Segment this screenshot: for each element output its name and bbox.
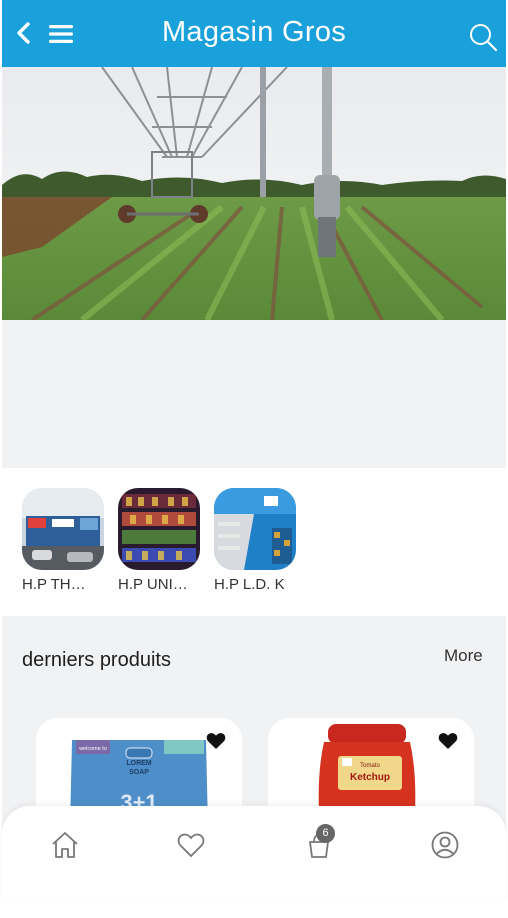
svg-text:Ketchup: Ketchup (350, 772, 390, 783)
store-item[interactable]: H.P L.D. K (214, 488, 296, 593)
banner-image[interactable] (2, 67, 506, 320)
home-icon[interactable] (50, 830, 80, 860)
search-icon[interactable] (468, 22, 498, 52)
cart-count-badge: 6 (316, 824, 335, 843)
cart-button[interactable]: 6 (304, 824, 335, 860)
store-image (118, 488, 200, 570)
banner-placeholder (2, 320, 506, 468)
bottom-navigation: 6 (2, 806, 506, 900)
store-label: H.P TH… (22, 576, 86, 593)
store-label: H.P L.D. K (214, 576, 285, 593)
app-header: Magasin Gros (2, 0, 506, 67)
more-link[interactable]: More (444, 646, 483, 666)
page-title: Magasin Gros (161, 16, 347, 48)
store-image (214, 488, 296, 570)
svg-text:Tomato: Tomato (360, 763, 380, 769)
store-label: H.P UNI… (118, 576, 188, 593)
stores-row: H.P TH… H.P UNI… H.P L.D. K (2, 468, 506, 616)
store-image (22, 488, 104, 570)
store-item[interactable]: H.P UNI… (118, 488, 200, 593)
svg-text:welcome to: welcome to (78, 746, 107, 752)
account-icon[interactable] (430, 830, 460, 860)
svg-text:LOREM: LOREM (126, 760, 151, 767)
svg-text:SOAP: SOAP (129, 769, 149, 776)
heart-icon[interactable] (176, 830, 206, 860)
store-item[interactable]: H.P TH… (22, 488, 104, 593)
section-title: derniers produits (22, 649, 171, 671)
